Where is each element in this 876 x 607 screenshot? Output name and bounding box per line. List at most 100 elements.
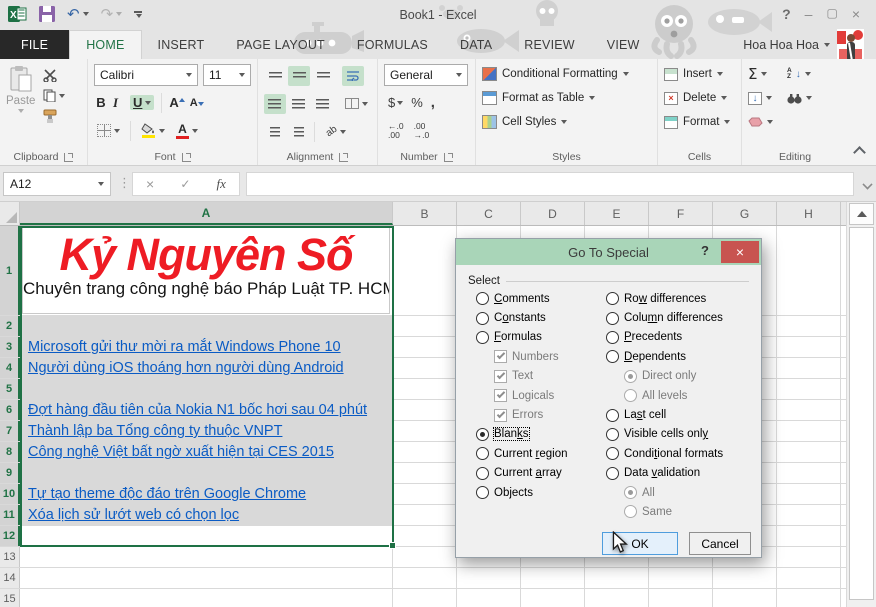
row-header-4[interactable]: 4: [0, 358, 20, 378]
dialog-titlebar[interactable]: Go To Special ? ×: [456, 239, 761, 265]
align-right-button[interactable]: [312, 94, 334, 114]
borders-button[interactable]: [94, 123, 123, 138]
decrease-indent-button[interactable]: [264, 122, 286, 142]
column-header-B[interactable]: B: [393, 202, 457, 225]
radio-control[interactable]: [476, 467, 489, 480]
cell-A2[interactable]: [20, 316, 393, 336]
fill-color-button[interactable]: [138, 122, 168, 139]
tab-file[interactable]: FILE: [0, 30, 69, 59]
option-current-region[interactable]: Current region: [476, 444, 602, 463]
scrollbar-thumb[interactable]: [849, 227, 874, 600]
cell-A11[interactable]: Xóa lịch sử lướt web có chọn lọc: [20, 505, 393, 525]
hyperlink-row-8[interactable]: Công nghệ Việt bất ngờ xuất hiện tại CES…: [20, 444, 334, 460]
hyperlink-row-11[interactable]: Xóa lịch sử lướt web có chọn lọc: [20, 507, 239, 523]
option-data-validation[interactable]: Data validation: [606, 464, 756, 483]
cancel-button[interactable]: Cancel: [689, 532, 751, 555]
middle-align-button[interactable]: [288, 66, 310, 86]
radio-control[interactable]: [606, 331, 619, 344]
insert-function-icon[interactable]: fx: [217, 176, 226, 192]
name-box[interactable]: A12: [3, 172, 111, 196]
row-header-1[interactable]: 1: [0, 226, 20, 315]
cell-A10[interactable]: Tự tạo theme độc đáo trên Google Chrome: [20, 484, 393, 504]
radio-control[interactable]: [606, 312, 619, 325]
percent-style-button[interactable]: %: [411, 95, 423, 110]
expand-formula-bar-icon[interactable]: [862, 179, 872, 189]
row-header-14[interactable]: 14: [0, 568, 20, 588]
option-precedents[interactable]: Precedents: [606, 328, 756, 347]
radio-control[interactable]: [476, 312, 489, 325]
tab-insert[interactable]: INSERT: [142, 30, 221, 59]
italic-button[interactable]: I: [113, 96, 125, 109]
clipboard-dialog-launcher-icon[interactable]: [64, 153, 73, 162]
find-select-button[interactable]: [787, 89, 812, 107]
cell-A15[interactable]: [20, 589, 393, 607]
row-header-5[interactable]: 5: [0, 379, 20, 399]
number-format-combo[interactable]: General: [384, 64, 468, 86]
tab-view[interactable]: VIEW: [591, 30, 656, 59]
row-header-2[interactable]: 2: [0, 316, 20, 336]
tab-data[interactable]: DATA: [444, 30, 508, 59]
row-header-9[interactable]: 9: [0, 463, 20, 483]
radio-control[interactable]: [606, 467, 619, 480]
help-icon[interactable]: ?: [782, 6, 791, 22]
option-conditional-formats[interactable]: Conditional formats: [606, 444, 756, 463]
redo-button[interactable]: ↷: [101, 7, 123, 22]
cell-A7[interactable]: Thành lập ba Tổng công ty thuộc VNPT: [20, 421, 393, 441]
avatar[interactable]: [837, 29, 864, 59]
column-header-E[interactable]: E: [585, 202, 649, 225]
hyperlink-row-4[interactable]: Người dùng iOS thoáng hơn người dùng And…: [20, 360, 344, 376]
user-account[interactable]: Hoa Hoa Hoa: [743, 38, 830, 52]
radio-control[interactable]: [606, 292, 619, 305]
radio-control[interactable]: [476, 486, 489, 499]
column-header-C[interactable]: C: [457, 202, 521, 225]
number-dialog-launcher-icon[interactable]: [444, 153, 453, 162]
column-header-D[interactable]: D: [521, 202, 585, 225]
radio-control[interactable]: [606, 409, 619, 422]
row-header-7[interactable]: 7: [0, 421, 20, 441]
radio-control[interactable]: [606, 447, 619, 460]
option-comments[interactable]: Comments: [476, 289, 602, 308]
autosum-button[interactable]: Σ: [748, 65, 773, 83]
row-header-13[interactable]: 13: [0, 547, 20, 567]
cell-A13[interactable]: [20, 547, 393, 567]
clear-button[interactable]: [748, 113, 773, 131]
insert-cells-button[interactable]: Insert: [664, 65, 735, 83]
cell-A1[interactable]: Kỷ Nguyên SốChuyên trang công nghệ báo P…: [20, 226, 393, 315]
confirm-entry-icon[interactable]: ✓: [180, 177, 190, 191]
cells-B-H-row-14[interactable]: [393, 568, 846, 588]
radio-control[interactable]: [476, 292, 489, 305]
delete-cells-button[interactable]: ×Delete: [664, 89, 735, 107]
maximize-button[interactable]: ▢: [826, 6, 837, 22]
option-blanks[interactable]: Blanks: [476, 425, 602, 444]
hyperlink-row-6[interactable]: Đợt hàng đầu tiên của Nokia N1 bốc hơi s…: [20, 402, 367, 418]
scroll-up-icon[interactable]: [849, 203, 874, 225]
wrap-text-button[interactable]: [342, 66, 364, 86]
column-header-F[interactable]: F: [649, 202, 713, 225]
font-size-combo[interactable]: 11: [203, 64, 251, 86]
ok-button[interactable]: OK: [602, 532, 678, 555]
close-button[interactable]: ×: [852, 6, 860, 22]
format-cells-button[interactable]: Format: [664, 113, 735, 131]
font-dialog-launcher-icon[interactable]: [182, 153, 191, 162]
underline-button[interactable]: U: [130, 95, 154, 110]
cell-A6[interactable]: Đợt hàng đầu tiên của Nokia N1 bốc hơi s…: [20, 400, 393, 420]
radio-control[interactable]: [476, 331, 489, 344]
cut-icon[interactable]: [43, 69, 57, 82]
row-header-8[interactable]: 8: [0, 442, 20, 462]
orientation-button[interactable]: ab: [319, 122, 353, 142]
option-visible-cells-only[interactable]: Visible cells only: [606, 425, 756, 444]
option-last-cell[interactable]: Last cell: [606, 405, 756, 424]
font-color-button[interactable]: A: [173, 122, 201, 140]
conditional-formatting-button[interactable]: Conditional Formatting: [482, 65, 651, 83]
sort-filter-button[interactable]: AZ↓: [787, 65, 812, 83]
cell-A3[interactable]: Microsoft gửi thư mời ra mắt Windows Pho…: [20, 337, 393, 357]
row-header-3[interactable]: 3: [0, 337, 20, 357]
align-left-button[interactable]: [264, 94, 286, 114]
undo-button[interactable]: ↶: [67, 7, 89, 22]
hyperlink-row-7[interactable]: Thành lập ba Tổng công ty thuộc VNPT: [20, 423, 282, 439]
radio-control[interactable]: [476, 447, 489, 460]
cell-styles-button[interactable]: Cell Styles: [482, 113, 651, 131]
option-constants[interactable]: Constants: [476, 308, 602, 327]
copy-button[interactable]: [43, 89, 65, 102]
formula-input[interactable]: [246, 172, 854, 196]
